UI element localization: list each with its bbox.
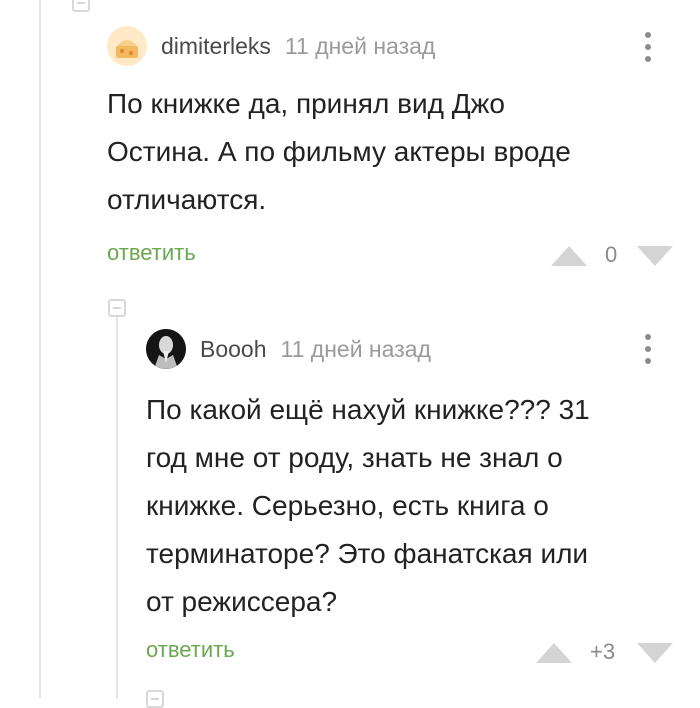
- thread-line-outer: [39, 0, 41, 699]
- comment-header: dimiterleks 11 дней назад: [107, 26, 435, 66]
- vote-up-icon[interactable]: [536, 643, 572, 663]
- collapse-toggle-reply[interactable]: [108, 299, 126, 317]
- more-options-icon[interactable]: [643, 32, 653, 62]
- rating-value: +3: [590, 639, 616, 664]
- collapse-toggle-next[interactable]: [146, 690, 164, 708]
- comment-footer: ответить +3: [146, 637, 675, 664]
- comment-text: По какой ещё нахуй книжке??? 31 год мне …: [146, 394, 590, 617]
- reply-button[interactable]: ответить: [107, 240, 196, 266]
- collapse-toggle-outer[interactable]: [72, 0, 90, 12]
- avatar[interactable]: [146, 329, 186, 369]
- thread-line-inner: [116, 316, 118, 699]
- comment-text: По книжке да, принял вид Джо Остина. А п…: [107, 88, 571, 215]
- more-options-icon[interactable]: [643, 334, 653, 364]
- avatar-image: [107, 26, 147, 66]
- reply-button[interactable]: ответить: [146, 637, 235, 663]
- author-name[interactable]: Boooh: [200, 336, 267, 363]
- comment-header: Boooh 11 дней назад: [146, 329, 431, 369]
- comment-time[interactable]: 11 дней назад: [285, 33, 435, 60]
- comment-time[interactable]: 11 дней назад: [281, 336, 431, 363]
- rating-value: 0: [605, 242, 618, 267]
- vote-down-icon[interactable]: [637, 643, 673, 663]
- avatar-image: [146, 329, 186, 369]
- vote-up-icon[interactable]: [551, 246, 587, 266]
- avatar[interactable]: [107, 26, 147, 66]
- vote-down-icon[interactable]: [637, 246, 673, 266]
- author-name[interactable]: dimiterleks: [161, 33, 271, 60]
- comment-footer: ответить 0: [107, 240, 675, 267]
